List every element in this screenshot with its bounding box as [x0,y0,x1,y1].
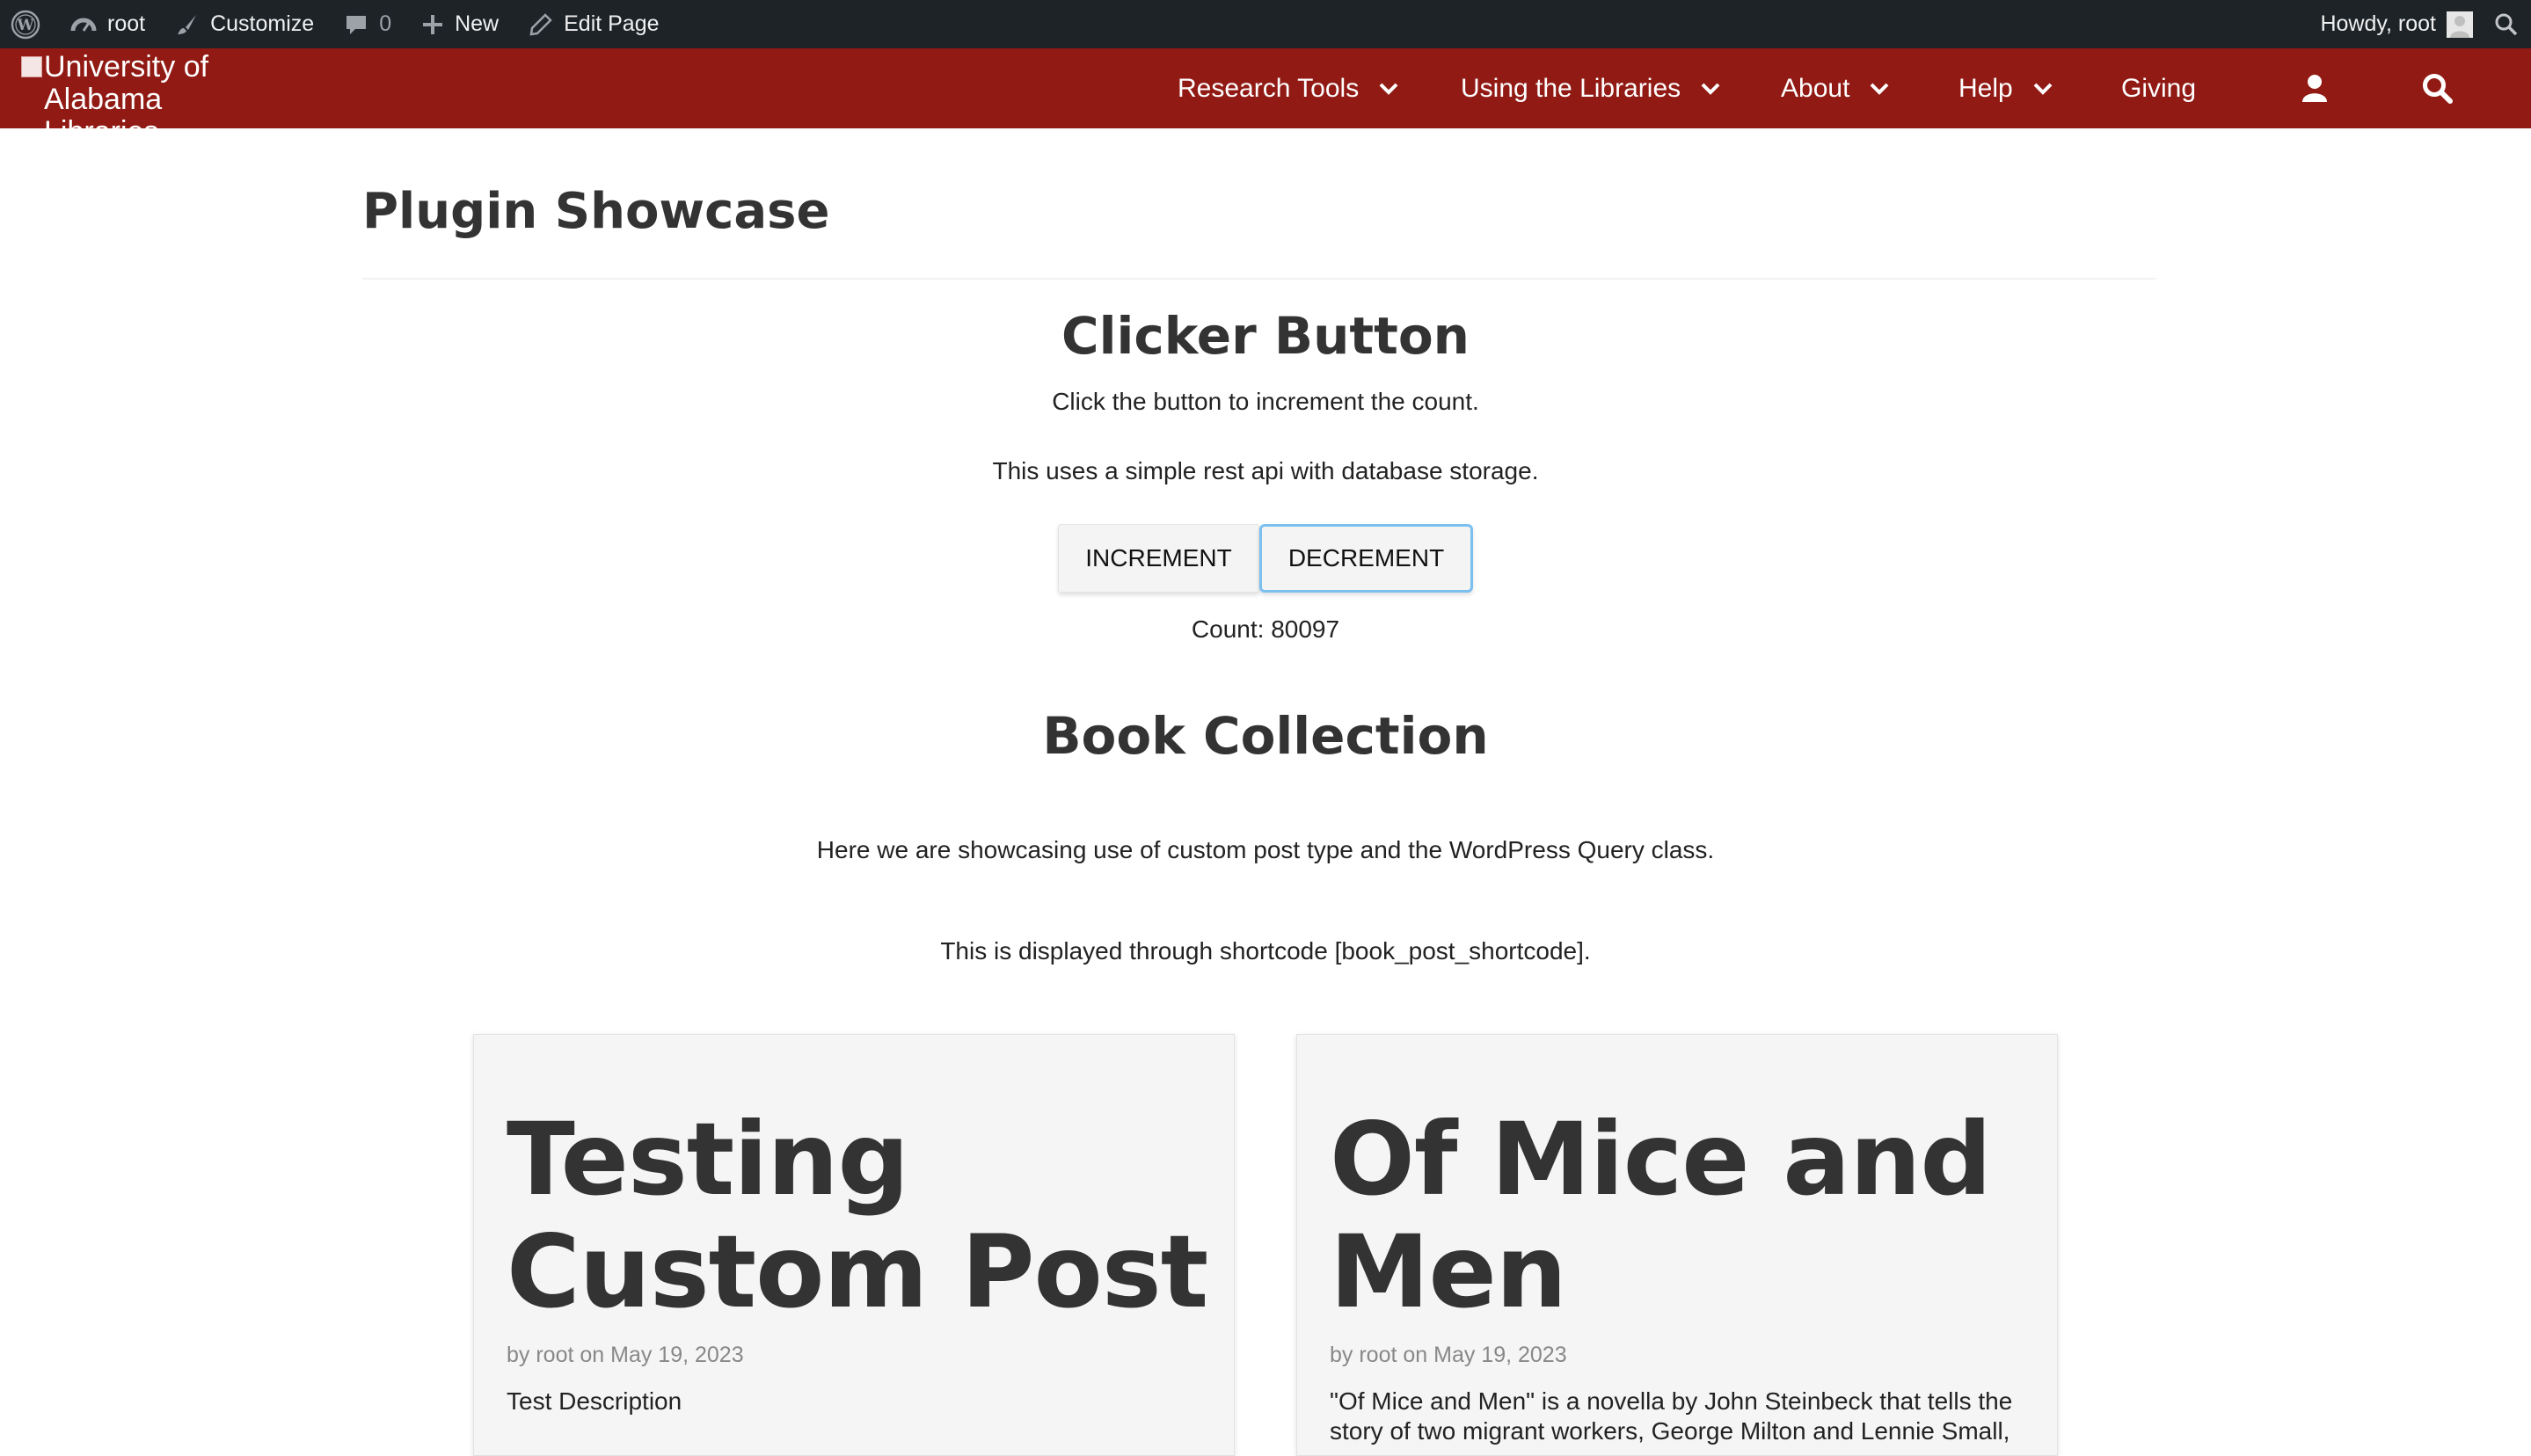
nav-label: Giving [2121,73,2197,103]
user-account-button[interactable] [2294,68,2335,108]
title-divider [362,278,2156,280]
book-card-meta: by root on May 19, 2023 [507,1343,744,1367]
dashboard-icon [70,13,97,36]
clicker-description-1: Click the button to increment the count. [1052,388,1479,415]
nav-giving[interactable]: Giving [2121,48,2196,128]
nav-label: About [1781,73,1850,103]
main-nav: Research Tools Using the Libraries About… [0,48,2531,128]
search-icon [2423,74,2453,104]
nav-about[interactable]: About [1781,48,1890,128]
admin-bar-search[interactable] [2482,0,2531,48]
book-collection-section: Book Collection [0,706,2531,766]
nav-using-the-libraries[interactable]: Using the Libraries [1461,48,1721,128]
book-card-title[interactable]: Testing Custom Post [507,1103,1228,1329]
header-search-button[interactable] [2417,68,2457,108]
book-collection-description-1: Here we are showcasing use of custom pos… [816,836,1715,863]
admin-bar-site-name: root [107,11,146,36]
comment-icon [344,12,368,37]
admin-bar-customize[interactable]: Customize [160,0,329,48]
book-card-description: "Of Mice and Men" is a novella by John S… [1330,1387,2013,1445]
admin-bar-edit-page-label: Edit Page [564,11,660,36]
nav-label: Research Tools [1178,73,1360,103]
chevron-down-icon [1701,83,1720,95]
user-icon [2302,75,2327,102]
book-collection-description-2: This is displayed through shortcode [boo… [940,937,1591,965]
search-icon [2494,12,2519,37]
nav-help[interactable]: Help [1958,48,2053,128]
avatar [2447,11,2473,38]
admin-bar-edit-page[interactable]: Edit Page [514,0,674,48]
nav-label: Help [1958,73,2013,103]
book-card: Of Mice and Men by root on May 19, 2023 … [1296,1034,2058,1456]
site-header: University of Alabama Libraries Research… [0,48,2531,149]
admin-bar-howdy: Howdy, root [2320,11,2436,36]
decrement-button[interactable]: DECREMENT [1259,524,1473,593]
book-card-meta: by root on May 19, 2023 [1330,1343,1567,1367]
admin-bar-customize-label: Customize [210,11,315,36]
admin-bar-new[interactable]: New [406,0,514,48]
admin-bar-my-account[interactable]: Howdy, root [2305,0,2482,48]
nav-label: Using the Libraries [1461,73,1681,103]
admin-bar: W root Customize 0 New Edit Page Howdy, … [0,0,2531,48]
plus-icon [421,13,444,36]
admin-bar-comments[interactable]: 0 [329,0,406,48]
pencil-icon [529,12,553,37]
book-collection-heading: Book Collection [1042,706,1489,766]
clicker-heading: Clicker Button [1061,306,1470,366]
admin-bar-new-label: New [455,11,500,36]
chevron-down-icon [1870,83,1889,95]
admin-bar-site-link[interactable]: root [55,0,160,48]
admin-bar-comments-count: 0 [379,11,392,36]
book-card-title[interactable]: Of Mice and Men [1330,1103,2051,1329]
paintbrush-icon [175,12,200,37]
book-card-description: Test Description [507,1387,682,1415]
wordpress-logo-icon[interactable]: W [0,0,55,48]
chevron-down-icon [1379,83,1398,95]
chevron-down-icon [2033,83,2053,95]
svg-text:W: W [16,17,34,34]
page-title: Plugin Showcase [362,183,830,240]
increment-button[interactable]: INCREMENT [1058,524,1259,593]
clicker-description-2: This uses a simple rest api with databas… [992,457,1539,484]
count-display: Count: 80097 [1191,615,1340,643]
nav-research-tools[interactable]: Research Tools [1178,48,1399,128]
clicker-section: Clicker Button [0,306,2531,366]
book-card: Testing Custom Post by root on May 19, 2… [473,1034,1235,1456]
